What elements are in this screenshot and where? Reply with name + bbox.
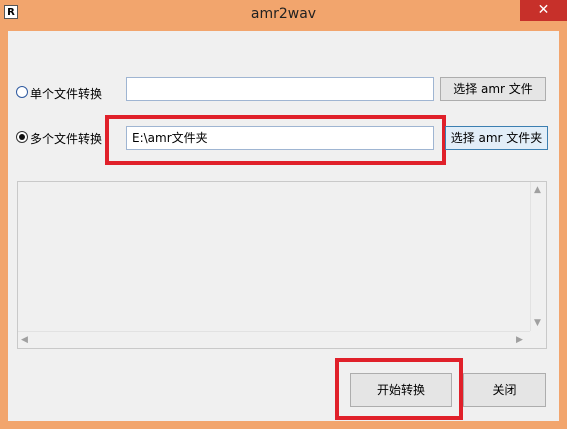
close-button[interactable]: 关闭 [463,373,546,407]
start-convert-button[interactable]: 开始转换 [350,373,452,407]
multi-file-radio[interactable] [16,131,28,143]
window-close-button[interactable]: ✕ [520,0,567,21]
window-title: amr2wav [250,6,317,22]
scroll-left-icon[interactable]: ◀ [21,335,28,345]
horizontal-scrollbar[interactable]: ◀ ▶ [18,331,530,348]
scroll-up-icon[interactable]: ▲ [534,185,541,195]
multi-file-label[interactable]: 多个文件转换 [30,130,102,147]
vertical-scrollbar[interactable]: ▲ ▼ [530,182,546,331]
close-icon: ✕ [537,2,550,18]
single-file-label[interactable]: 单个文件转换 [30,85,102,102]
scroll-right-icon[interactable]: ▶ [516,335,523,345]
single-file-input[interactable] [126,77,434,101]
client-area: 单个文件转换 选择 amr 文件 多个文件转换 E:\amr文件夹 选择 amr… [8,31,559,421]
folder-path-input[interactable]: E:\amr文件夹 [126,126,434,150]
log-listbox[interactable]: ▲ ▼ ◀ ▶ [17,181,547,349]
select-amr-folder-button[interactable]: 选择 amr 文件夹 [445,126,548,150]
select-amr-file-button[interactable]: 选择 amr 文件 [440,77,546,101]
single-file-radio[interactable] [16,86,28,98]
app-window: R amr2wav ✕ 单个文件转换 选择 amr 文件 多个文件转换 E:\a… [0,0,567,429]
scroll-down-icon[interactable]: ▼ [534,318,541,328]
title-bar[interactable]: R amr2wav ✕ [0,0,567,31]
